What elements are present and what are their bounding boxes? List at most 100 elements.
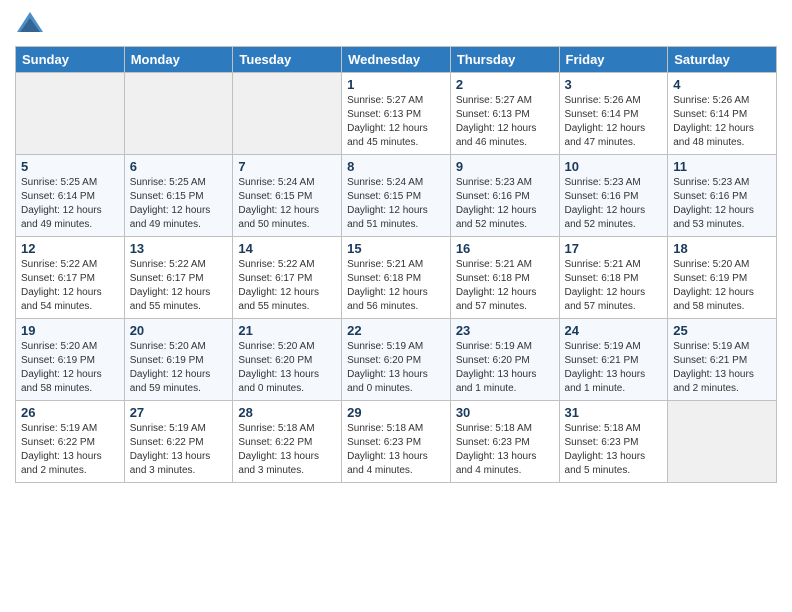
day-detail: Sunrise: 5:18 AM Sunset: 6:23 PM Dayligh…	[347, 422, 445, 478]
day-detail: Sunrise: 5:22 AM Sunset: 6:17 PM Dayligh…	[238, 258, 336, 314]
day-detail: Sunrise: 5:22 AM Sunset: 6:17 PM Dayligh…	[21, 258, 119, 314]
calendar-table: SundayMondayTuesdayWednesdayThursdayFrid…	[15, 46, 777, 483]
calendar-cell: 5 Sunrise: 5:25 AM Sunset: 6:14 PM Daylig…	[16, 155, 125, 237]
day-detail: Sunrise: 5:19 AM Sunset: 6:22 PM Dayligh…	[21, 422, 119, 478]
calendar-cell: 19 Sunrise: 5:20 AM Sunset: 6:19 PM Dayli…	[16, 319, 125, 401]
calendar-cell: 21Sunrise: 5:20 AM Sunset: 6:20 PM Dayli…	[233, 319, 342, 401]
calendar-week-3: 12 Sunrise: 5:22 AM Sunset: 6:17 PM Dayli…	[16, 237, 777, 319]
calendar-cell: 2Sunrise: 5:27 AM Sunset: 6:13 PM Daylig…	[450, 73, 559, 155]
calendar-header-friday: Friday	[559, 47, 668, 73]
day-number: 19	[21, 323, 119, 338]
day-detail: Sunrise: 5:19 AM Sunset: 6:21 PM Dayligh…	[673, 340, 771, 396]
day-detail: Sunrise: 5:27 AM Sunset: 6:13 PM Dayligh…	[347, 94, 445, 150]
day-number: 8	[347, 159, 445, 174]
day-detail: Sunrise: 5:19 AM Sunset: 6:22 PM Dayligh…	[130, 422, 228, 478]
day-number: 4	[673, 77, 771, 92]
calendar-header-wednesday: Wednesday	[342, 47, 451, 73]
day-number: 20	[130, 323, 228, 338]
day-number: 15	[347, 241, 445, 256]
day-number: 18	[673, 241, 771, 256]
day-detail: Sunrise: 5:19 AM Sunset: 6:20 PM Dayligh…	[347, 340, 445, 396]
calendar-cell: 3 Sunrise: 5:26 AM Sunset: 6:14 PM Daylig…	[559, 73, 668, 155]
generalblue-logo-icon	[15, 10, 45, 40]
day-detail: Sunrise: 5:25 AM Sunset: 6:14 PM Dayligh…	[21, 176, 119, 232]
calendar-cell: 9 Sunrise: 5:23 AM Sunset: 6:16 PM Daylig…	[450, 155, 559, 237]
calendar-cell	[233, 73, 342, 155]
calendar-header-row: SundayMondayTuesdayWednesdayThursdayFrid…	[16, 47, 777, 73]
calendar-cell	[124, 73, 233, 155]
day-detail: Sunrise: 5:26 AM Sunset: 6:14 PM Dayligh…	[673, 94, 771, 150]
calendar-header-saturday: Saturday	[668, 47, 777, 73]
calendar-cell: 1Sunrise: 5:27 AM Sunset: 6:13 PM Daylig…	[342, 73, 451, 155]
calendar-header-thursday: Thursday	[450, 47, 559, 73]
calendar-cell: 31 Sunrise: 5:18 AM Sunset: 6:23 PM Dayli…	[559, 401, 668, 483]
day-detail: Sunrise: 5:18 AM Sunset: 6:23 PM Dayligh…	[565, 422, 663, 478]
calendar-cell: 4 Sunrise: 5:26 AM Sunset: 6:14 PM Daylig…	[668, 73, 777, 155]
day-detail: Sunrise: 5:19 AM Sunset: 6:20 PM Dayligh…	[456, 340, 554, 396]
day-number: 5	[21, 159, 119, 174]
calendar-cell: 10Sunrise: 5:23 AM Sunset: 6:16 PM Dayli…	[559, 155, 668, 237]
day-detail: Sunrise: 5:20 AM Sunset: 6:19 PM Dayligh…	[130, 340, 228, 396]
day-detail: Sunrise: 5:25 AM Sunset: 6:15 PM Dayligh…	[130, 176, 228, 232]
day-number: 7	[238, 159, 336, 174]
calendar-cell: 18 Sunrise: 5:20 AM Sunset: 6:19 PM Dayli…	[668, 237, 777, 319]
day-detail: Sunrise: 5:19 AM Sunset: 6:21 PM Dayligh…	[565, 340, 663, 396]
calendar-header-tuesday: Tuesday	[233, 47, 342, 73]
calendar-cell: 23 Sunrise: 5:19 AM Sunset: 6:20 PM Dayli…	[450, 319, 559, 401]
calendar-cell: 26 Sunrise: 5:19 AM Sunset: 6:22 PM Dayli…	[16, 401, 125, 483]
day-number: 2	[456, 77, 554, 92]
calendar-cell	[16, 73, 125, 155]
day-number: 12	[21, 241, 119, 256]
day-number: 11	[673, 159, 771, 174]
day-detail: Sunrise: 5:20 AM Sunset: 6:19 PM Dayligh…	[21, 340, 119, 396]
calendar-cell: 16 Sunrise: 5:21 AM Sunset: 6:18 PM Dayli…	[450, 237, 559, 319]
day-number: 14	[238, 241, 336, 256]
day-number: 6	[130, 159, 228, 174]
day-number: 31	[565, 405, 663, 420]
day-number: 21	[238, 323, 336, 338]
calendar-cell: 12 Sunrise: 5:22 AM Sunset: 6:17 PM Dayli…	[16, 237, 125, 319]
day-detail: Sunrise: 5:18 AM Sunset: 6:23 PM Dayligh…	[456, 422, 554, 478]
day-number: 27	[130, 405, 228, 420]
day-number: 26	[21, 405, 119, 420]
day-detail: Sunrise: 5:21 AM Sunset: 6:18 PM Dayligh…	[456, 258, 554, 314]
calendar-cell: 7 Sunrise: 5:24 AM Sunset: 6:15 PM Daylig…	[233, 155, 342, 237]
day-number: 30	[456, 405, 554, 420]
calendar-cell: 22 Sunrise: 5:19 AM Sunset: 6:20 PM Dayli…	[342, 319, 451, 401]
calendar-cell: 14 Sunrise: 5:22 AM Sunset: 6:17 PM Dayli…	[233, 237, 342, 319]
day-number: 29	[347, 405, 445, 420]
day-number: 17	[565, 241, 663, 256]
day-detail: Sunrise: 5:20 AM Sunset: 6:19 PM Dayligh…	[673, 258, 771, 314]
day-detail: Sunrise: 5:24 AM Sunset: 6:15 PM Dayligh…	[238, 176, 336, 232]
calendar-cell: 30 Sunrise: 5:18 AM Sunset: 6:23 PM Dayli…	[450, 401, 559, 483]
calendar-cell	[668, 401, 777, 483]
day-detail: Sunrise: 5:21 AM Sunset: 6:18 PM Dayligh…	[565, 258, 663, 314]
calendar-week-1: 1Sunrise: 5:27 AM Sunset: 6:13 PM Daylig…	[16, 73, 777, 155]
day-detail: Sunrise: 5:26 AM Sunset: 6:14 PM Dayligh…	[565, 94, 663, 150]
calendar-week-2: 5 Sunrise: 5:25 AM Sunset: 6:14 PM Daylig…	[16, 155, 777, 237]
calendar-cell: 27 Sunrise: 5:19 AM Sunset: 6:22 PM Dayli…	[124, 401, 233, 483]
day-number: 3	[565, 77, 663, 92]
day-number: 22	[347, 323, 445, 338]
day-detail: Sunrise: 5:23 AM Sunset: 6:16 PM Dayligh…	[673, 176, 771, 232]
logo	[15, 10, 49, 40]
calendar-cell: 17 Sunrise: 5:21 AM Sunset: 6:18 PM Dayli…	[559, 237, 668, 319]
day-number: 25	[673, 323, 771, 338]
day-number: 9	[456, 159, 554, 174]
day-detail: Sunrise: 5:23 AM Sunset: 6:16 PM Dayligh…	[456, 176, 554, 232]
calendar-cell: 6 Sunrise: 5:25 AM Sunset: 6:15 PM Daylig…	[124, 155, 233, 237]
day-number: 23	[456, 323, 554, 338]
calendar-cell: 13Sunrise: 5:22 AM Sunset: 6:17 PM Dayli…	[124, 237, 233, 319]
header	[15, 10, 777, 40]
calendar-cell: 28Sunrise: 5:18 AM Sunset: 6:22 PM Dayli…	[233, 401, 342, 483]
calendar-cell: 29 Sunrise: 5:18 AM Sunset: 6:23 PM Dayli…	[342, 401, 451, 483]
day-number: 28	[238, 405, 336, 420]
calendar-header-monday: Monday	[124, 47, 233, 73]
calendar-week-4: 19 Sunrise: 5:20 AM Sunset: 6:19 PM Dayli…	[16, 319, 777, 401]
day-number: 16	[456, 241, 554, 256]
calendar-cell: 25 Sunrise: 5:19 AM Sunset: 6:21 PM Dayli…	[668, 319, 777, 401]
day-number: 24	[565, 323, 663, 338]
day-detail: Sunrise: 5:21 AM Sunset: 6:18 PM Dayligh…	[347, 258, 445, 314]
calendar-body: 1Sunrise: 5:27 AM Sunset: 6:13 PM Daylig…	[16, 73, 777, 483]
day-detail: Sunrise: 5:24 AM Sunset: 6:15 PM Dayligh…	[347, 176, 445, 232]
